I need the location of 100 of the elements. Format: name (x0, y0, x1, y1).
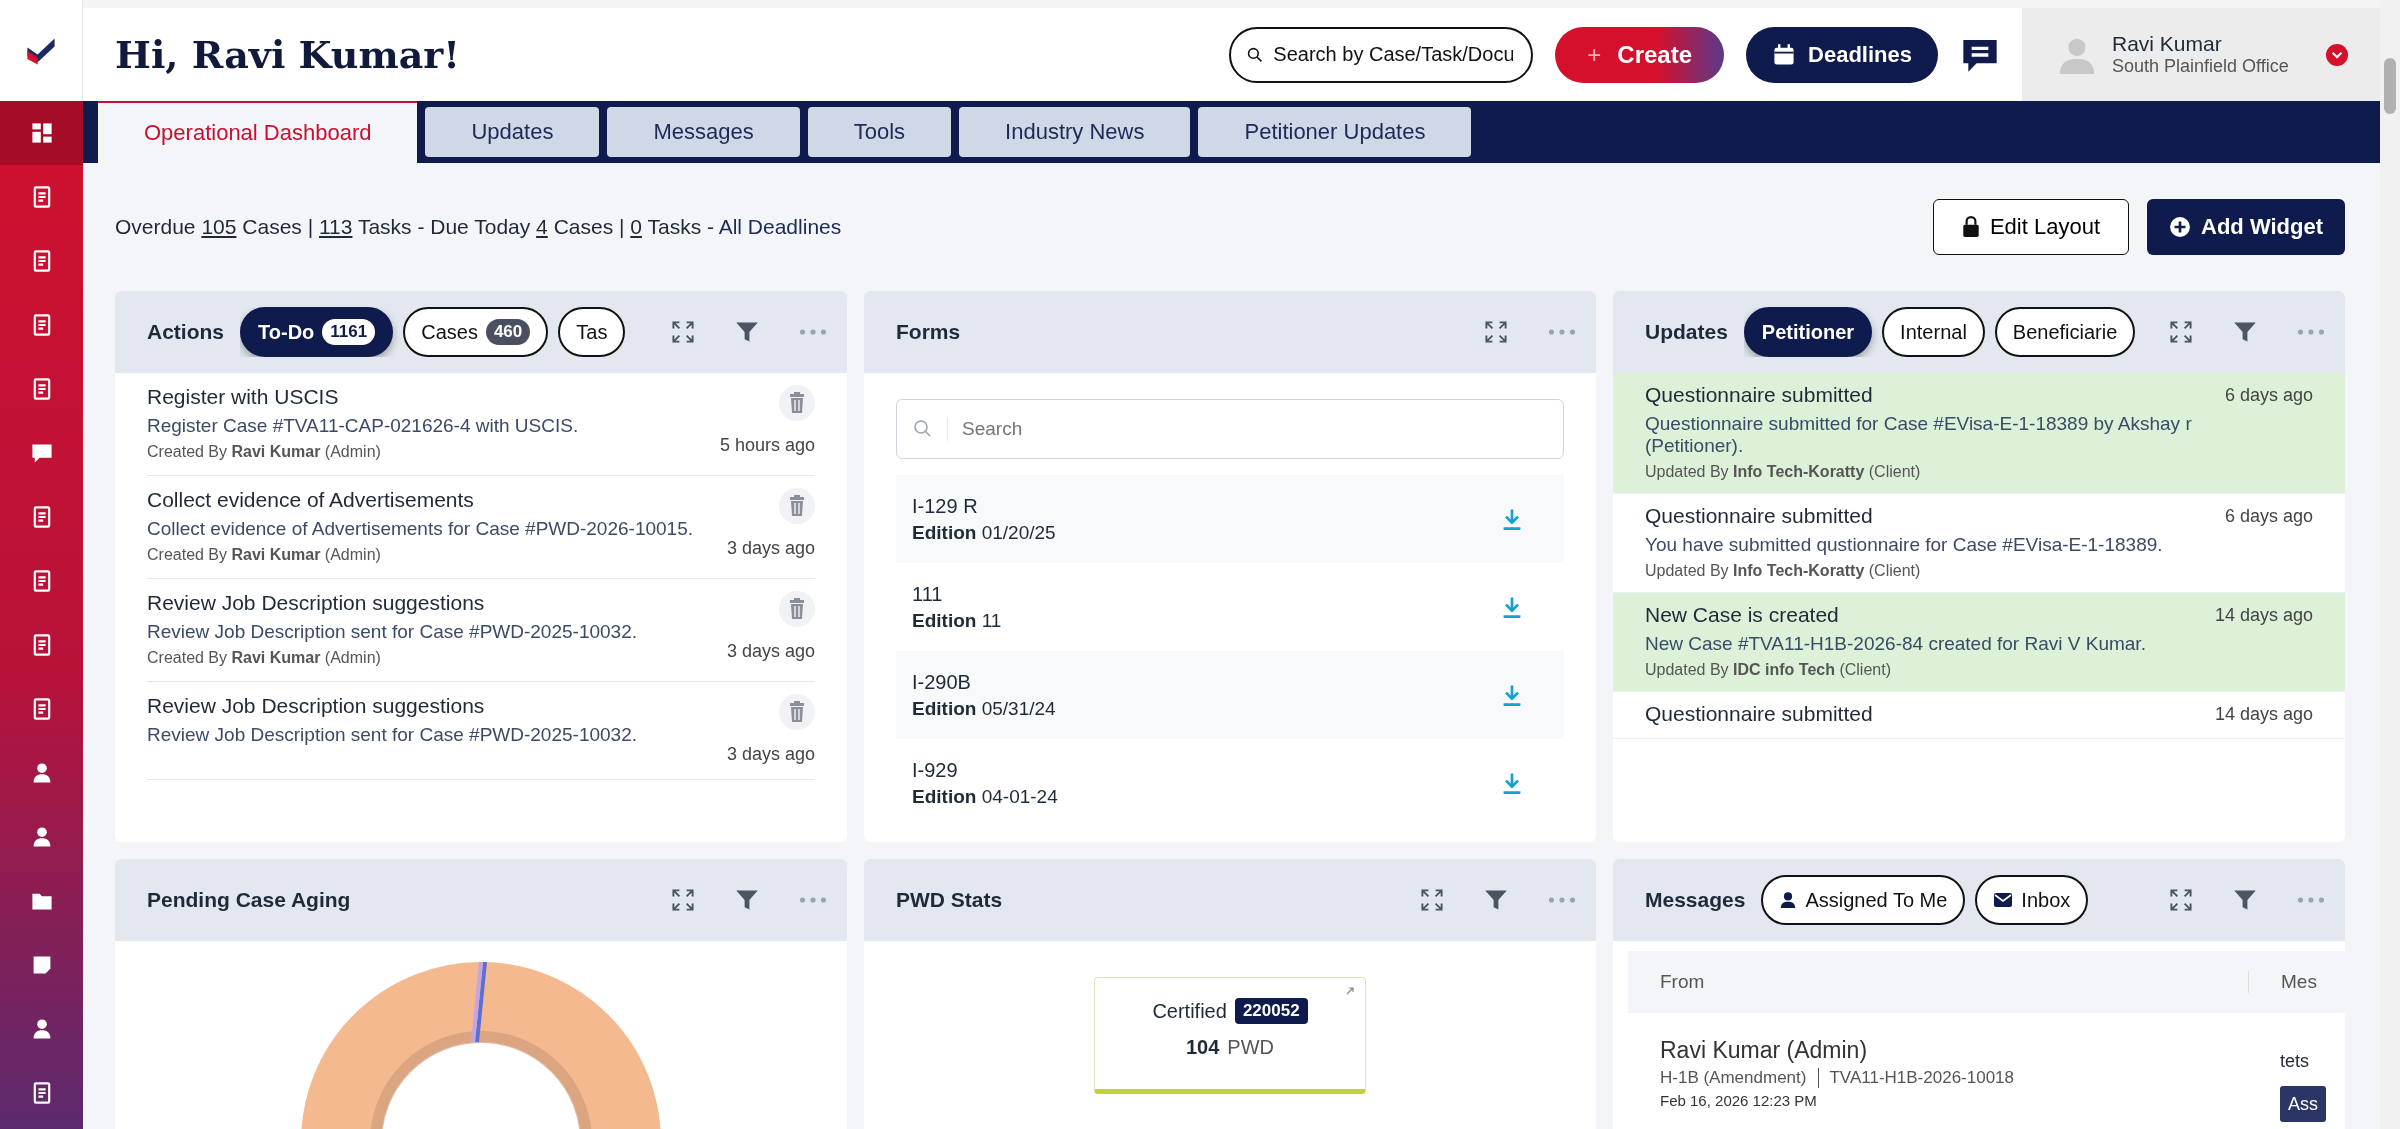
filter-pill[interactable]: Tas (558, 307, 626, 357)
task-title[interactable]: Register with USCIS (147, 385, 579, 409)
search-field[interactable]: Search by Case/Task/Docu (1229, 26, 1534, 83)
form-edition: Edition 05/31/24 (912, 697, 1056, 720)
deadlines-button[interactable]: Deadlines (1746, 26, 1938, 83)
tab[interactable]: Industry News (959, 107, 1191, 157)
update-title: New Case is created (1645, 603, 1839, 627)
filter-icon[interactable] (1484, 888, 1508, 912)
user-menu[interactable]: Ravi Kumar South Plainfield Office (2022, 8, 2380, 101)
mail-icon (1993, 892, 2014, 908)
task-description: Review Job Description sent for Case #PWD-2025-10032. (147, 724, 637, 746)
add-widget-button[interactable]: Add Widget (2147, 199, 2345, 255)
tab[interactable]: Updates (425, 107, 600, 157)
all-deadlines-link[interactable]: All Deadlines (718, 215, 842, 238)
user-icon (1779, 891, 1798, 909)
form-name: I-290B (912, 670, 972, 694)
expand-icon[interactable] (2169, 888, 2193, 912)
form-edition: Edition 04-01-24 (912, 785, 1058, 808)
count-link[interactable]: 105 (201, 215, 237, 238)
filter-icon[interactable] (2233, 320, 2257, 344)
stat-badge: 220052 (1234, 998, 1308, 1024)
stat-card[interactable]: Certified 220052 104 PWD (1094, 977, 1366, 1094)
task-time: 3 days ago (726, 641, 815, 662)
chevron-down-icon (2326, 43, 2348, 66)
task-description: Register Case #TVA11-CAP-021626-4 with USCIS. (147, 415, 579, 437)
update-item[interactable]: Questionnaire submitted 14 days ago (1613, 692, 2345, 739)
dashboard-icon[interactable] (0, 101, 83, 165)
task-title[interactable]: Review Job Description suggestions (147, 591, 637, 615)
widget-title: PWD Stats (896, 888, 1003, 912)
count-link[interactable]: 4 (536, 215, 548, 238)
message-text: tets (2280, 1051, 2310, 1072)
filter-pill[interactable]: Inbox (1975, 875, 2089, 925)
case-number: TVA11-H1B-2026-10018 (1818, 1068, 2015, 1088)
task-title[interactable]: Collect evidence of Advertisements (147, 488, 693, 512)
expand-icon[interactable] (671, 888, 695, 912)
tab[interactable]: Tools (807, 107, 952, 157)
form-name: 111 (912, 582, 944, 606)
update-time: 14 days ago (2214, 703, 2313, 725)
form-edition: Edition 01/20/25 (912, 521, 1056, 544)
task-time: 5 hours ago (719, 435, 815, 456)
filter-icon[interactable] (735, 888, 759, 912)
update-author: Updated By Info Tech-Koratty (Client) (1645, 562, 1922, 580)
widget-title: Updates (1645, 320, 1728, 344)
task-time: 3 days ago (726, 538, 815, 559)
external-link-icon (1345, 986, 1355, 996)
task-creator: Created By Ravi Kumar (Admin) (147, 546, 382, 564)
filter-icon[interactable] (735, 320, 759, 344)
count-link[interactable]: 113 (318, 215, 353, 238)
stat-label: Certified (1152, 999, 1227, 1023)
filter-icon[interactable] (2233, 888, 2257, 912)
task-description: Review Job Description sent for Case #PWD-2025-10032. (147, 621, 637, 643)
update-description: New Case #TVA11-H1B-2026-84 created for Ravi V Kumar. (1645, 633, 2147, 655)
stat-unit: PWD (1227, 1036, 1274, 1059)
scrollbar[interactable] (2380, 0, 2400, 1129)
trash-icon[interactable] (779, 694, 815, 730)
filter-pill[interactable]: Cases 460 (403, 307, 549, 357)
lock-icon (1961, 216, 1980, 238)
update-title: Questionnaire submitted (1645, 702, 1873, 726)
user-name: Ravi Kumar (2112, 32, 2223, 56)
edit-layout-button[interactable]: Edit Layout (1932, 199, 2129, 255)
greeting-title: Hi, Ravi Kumar! (115, 32, 460, 77)
filter-pill[interactable]: Assigned To Me (1761, 875, 1966, 925)
count-link[interactable]: 0 (630, 215, 642, 238)
expand-icon[interactable] (1420, 888, 1444, 912)
assign-button[interactable]: Ass (2280, 1086, 2326, 1122)
column-header: From (1659, 971, 1706, 993)
expand-icon[interactable] (671, 320, 695, 344)
calendar-icon (1772, 42, 1797, 67)
tab[interactable]: Petitioner Updates (1198, 107, 1472, 157)
filter-pill[interactable]: Beneficiarie (1994, 307, 2136, 357)
update-item[interactable]: New Case is created 14 days ago New Case #TVA11-H1B-2026-84 created for Ravi V Kumar. Updated By IDC info Tech (Client) (1613, 593, 2345, 692)
trash-icon[interactable] (779, 385, 815, 421)
widget-title: Forms (896, 320, 961, 344)
update-time: 6 days ago (2224, 384, 2313, 406)
expand-icon[interactable] (1484, 320, 1508, 344)
case-type: H-1B (Amendment) (1660, 1068, 1807, 1088)
task-title[interactable]: Review Job Description suggestions (147, 694, 637, 718)
trash-icon[interactable] (779, 488, 815, 524)
create-button[interactable]: + Create (1555, 26, 1725, 83)
form-name: I-929 (912, 758, 959, 782)
task-description: Collect evidence of Advertisements for Case #PWD-2026-10015. (147, 518, 693, 540)
update-description: Questionnaire submitted for Case #EVisa-E-1-18389 by Akshay r (Petitioner). (1645, 413, 2193, 457)
tab[interactable]: Operational Dashboard (98, 101, 418, 163)
trash-icon[interactable] (779, 591, 815, 627)
user-office: South Plainfield Office (2112, 56, 2290, 77)
task-time: 3 days ago (726, 744, 815, 765)
filter-pill[interactable]: Internal (1882, 307, 1985, 357)
update-time: 6 days ago (2224, 505, 2313, 527)
tab[interactable]: Messages (607, 107, 800, 157)
message-date: Feb 16, 2026 12:23 PM (1660, 1092, 1818, 1109)
widget-title: Pending Case Aging (147, 888, 351, 912)
update-item[interactable]: Questionnaire submitted 6 days ago Questionnaire submitted for Case #EVisa-E-1-18389 by Akshay r (Petitioner). Updated By Info Tech-Koratty (Client) (1613, 373, 2345, 494)
filter-pill[interactable]: To-Do 1161 (240, 307, 394, 357)
update-description: You have submitted qustionnaire for Case #EVisa-E-1-18389. (1645, 534, 2164, 556)
filter-pill[interactable]: Petitioner (1743, 307, 1873, 357)
task-creator: Created By Ravi Kumar (Admin) (147, 649, 382, 667)
message-sender: Ravi Kumar (Admin) (1660, 1037, 1869, 1064)
stat-count: 104 (1185, 1036, 1220, 1059)
expand-icon[interactable] (2169, 320, 2193, 344)
update-time: 14 days ago (2214, 604, 2313, 626)
